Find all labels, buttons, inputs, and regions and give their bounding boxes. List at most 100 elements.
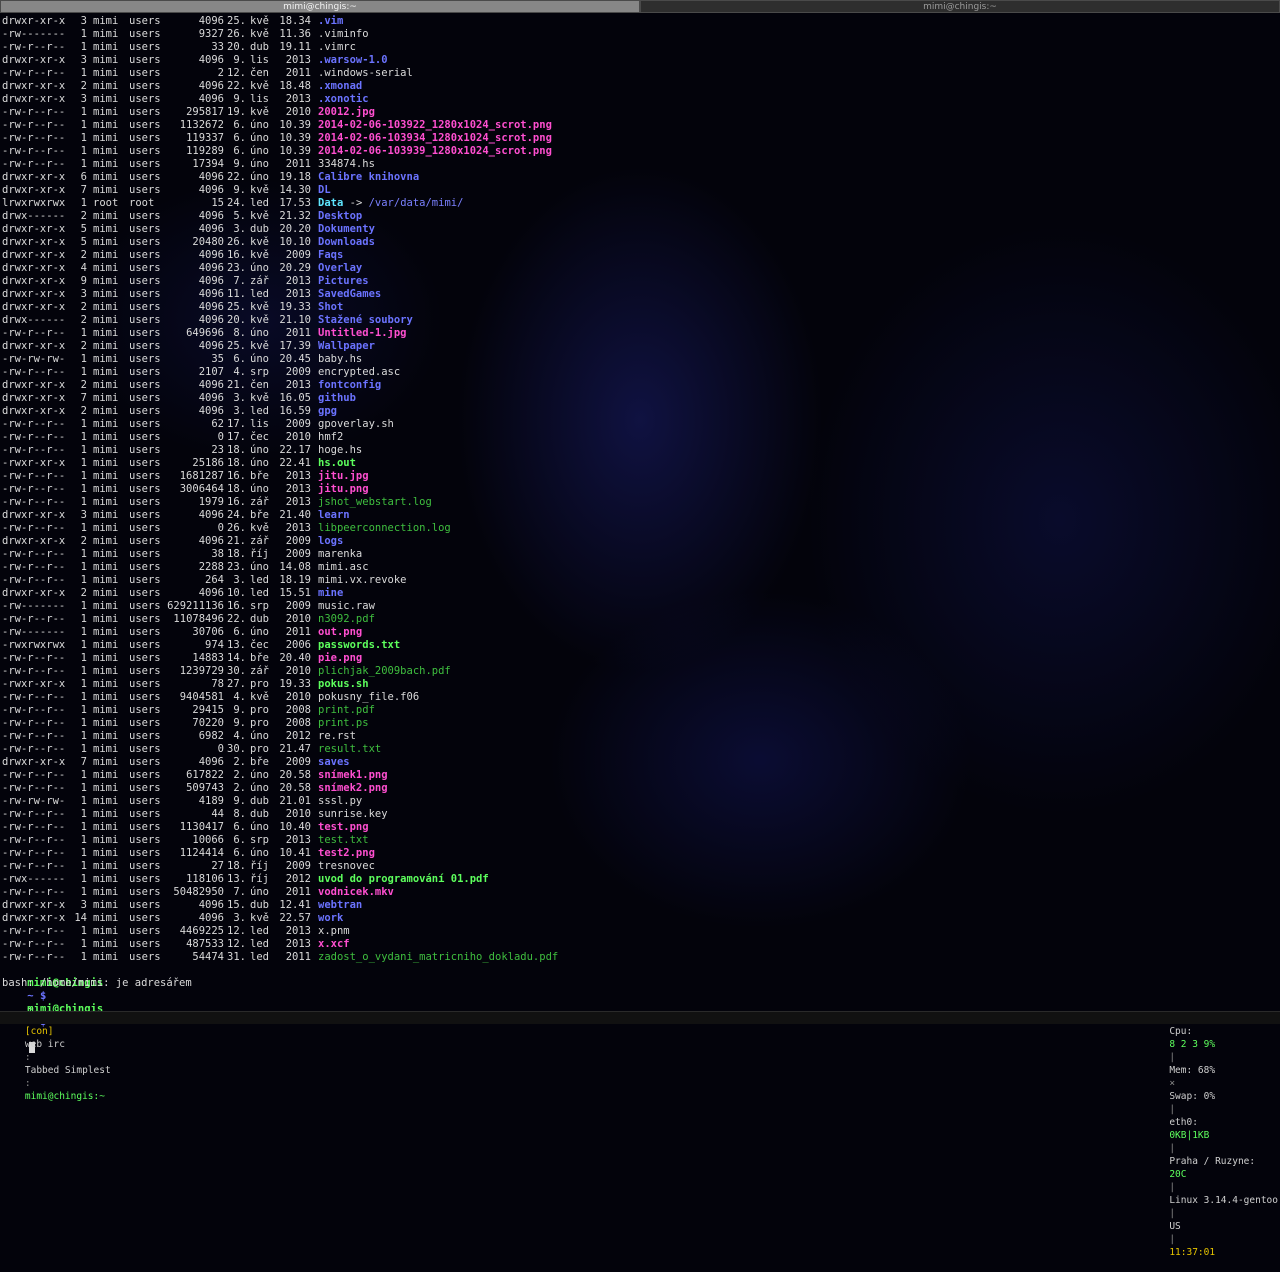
file-size: 23 <box>211 444 224 456</box>
group: users <box>129 67 161 79</box>
tab-terminal-1[interactable]: mimi@chingis:~ <box>0 0 640 13</box>
file-size: 10066 <box>192 834 224 846</box>
workspace-apps[interactable]: web irc <box>25 1039 65 1050</box>
date-time: 14.30 <box>279 184 311 196</box>
date-time: 2009 <box>285 535 311 547</box>
prompt-line-active[interactable]: mimi@chingis ~ $ <box>2 990 1278 1053</box>
date-day: 17. <box>227 431 246 443</box>
listing-row: -rw-r--r-- 1 mimi users 1979 16. zář 2013 jshot_… <box>2 496 1278 509</box>
date-month: úno <box>250 730 269 742</box>
listing-row: -rwxr-xr-x 1 mimi users 25186 18. úno 22.41 hs.o… <box>2 457 1278 470</box>
link-count: 1 <box>80 496 87 508</box>
link-count: 2 <box>80 535 87 547</box>
workspace-indicator[interactable]: [con] <box>25 1026 54 1037</box>
date-day: 18. <box>227 483 246 495</box>
date-month: úno <box>250 886 269 898</box>
permissions: drwxr-xr-x <box>2 15 66 27</box>
owner: mimi <box>93 275 119 287</box>
date-month: srp <box>250 600 269 612</box>
owner: mimi <box>93 457 119 469</box>
group: users <box>129 236 161 248</box>
date-time: 2010 <box>285 665 311 677</box>
file-size: 4096 <box>198 379 224 391</box>
permissions: drwxr-xr-x <box>2 535 66 547</box>
keyboard-layout: US <box>1169 1221 1181 1232</box>
owner: mimi <box>93 899 119 911</box>
date-day: 18. <box>227 548 246 560</box>
terminal-output[interactable]: drwxr-xr-x 3 mimi users 4096 25. kvě 18.34 .vim -… <box>2 15 1278 1053</box>
file-name: mine <box>318 587 344 599</box>
group: users <box>129 613 161 625</box>
file-name: sunrise.key <box>318 808 388 820</box>
mem-usage: Mem: 68% <box>1169 1065 1216 1076</box>
date-day: 18. <box>227 457 246 469</box>
permissions: -rw-rw-rw- <box>2 353 66 365</box>
permissions: -rw-r--r-- <box>2 470 66 482</box>
date-time: 2009 <box>285 600 311 612</box>
permissions: drwxr-xr-x <box>2 184 66 196</box>
owner: mimi <box>93 184 119 196</box>
weather-label: Praha / Ruzyne: <box>1169 1156 1256 1167</box>
group: users <box>129 639 161 651</box>
listing-row: drwx------ 2 mimi users 4096 20. kvě 21.10 Staže… <box>2 314 1278 327</box>
owner: mimi <box>93 548 119 560</box>
link-count: 1 <box>80 561 87 573</box>
date-day: 2. <box>233 769 246 781</box>
date-month: čen <box>250 379 269 391</box>
group: users <box>129 483 161 495</box>
group: users <box>129 210 161 222</box>
date-day: 6. <box>233 834 246 846</box>
date-time: 2013 <box>285 925 311 937</box>
date-time: 22.57 <box>279 912 311 924</box>
date-month: led <box>250 925 269 937</box>
listing-row: drwxr-xr-x 3 mimi users 4096 25. kvě 18.34 .vim <box>2 15 1278 28</box>
date-time: 11.36 <box>279 28 311 40</box>
date-time: 14.08 <box>279 561 311 573</box>
date-day: 9. <box>233 795 246 807</box>
date-time: 21.01 <box>279 795 311 807</box>
file-name: .vimrc <box>318 41 356 53</box>
link-count: 1 <box>80 652 87 664</box>
file-name: print.pdf <box>318 704 375 716</box>
date-time: 16.05 <box>279 392 311 404</box>
permissions: drwxr-xr-x <box>2 54 66 66</box>
listing-row: -rw-r--r-- 1 mimi users 1239729 30. zář 2010 pli… <box>2 665 1278 678</box>
listing-row: -rw-r--r-- 1 mimi users 10066 6. srp 2013 test.t… <box>2 834 1278 847</box>
link-count: 2 <box>80 587 87 599</box>
date-day: 21. <box>227 379 246 391</box>
owner: mimi <box>93 639 119 651</box>
owner: mimi <box>93 587 119 599</box>
date-day: 11. <box>227 288 246 300</box>
date-time: 2011 <box>285 327 311 339</box>
date-time: 12.41 <box>279 899 311 911</box>
date-day: 4. <box>233 366 246 378</box>
listing-row: -rwxr-xr-x 1 mimi users 78 27. pro 19.33 pokus.s… <box>2 678 1278 691</box>
listing-row: -rw-rw-rw- 1 mimi users 4189 9. dub 21.01 sssl.p… <box>2 795 1278 808</box>
file-name: hoge.hs <box>318 444 363 456</box>
date-day: 25. <box>227 15 246 27</box>
group: users <box>129 600 161 612</box>
file-size: 4469225 <box>179 925 224 937</box>
permissions: drwxr-xr-x <box>2 171 66 183</box>
link-count: 1 <box>80 691 87 703</box>
date-day: 3. <box>233 912 246 924</box>
tab-terminal-2[interactable]: mimi@chingis:~ <box>640 0 1280 13</box>
listing-row: drwxr-xr-x 9 mimi users 4096 7. zář 2013 Picture… <box>2 275 1278 288</box>
permissions: drwx------ <box>2 210 66 222</box>
owner: mimi <box>93 834 119 846</box>
group: users <box>129 847 161 859</box>
date-day: 3. <box>233 574 246 586</box>
group: users <box>129 119 161 131</box>
owner: mimi <box>93 886 119 898</box>
group: users <box>129 132 161 144</box>
group: users <box>129 340 161 352</box>
link-count: 1 <box>80 860 87 872</box>
file-size: 629211136 <box>167 600 224 612</box>
group: users <box>129 470 161 482</box>
group: users <box>129 353 161 365</box>
permissions: -rw-r--r-- <box>2 730 66 742</box>
layout-name[interactable]: Tabbed Simplest <box>25 1065 111 1076</box>
file-size: 29415 <box>192 704 224 716</box>
date-day: 25. <box>227 301 246 313</box>
date-time: 10.41 <box>279 847 311 859</box>
